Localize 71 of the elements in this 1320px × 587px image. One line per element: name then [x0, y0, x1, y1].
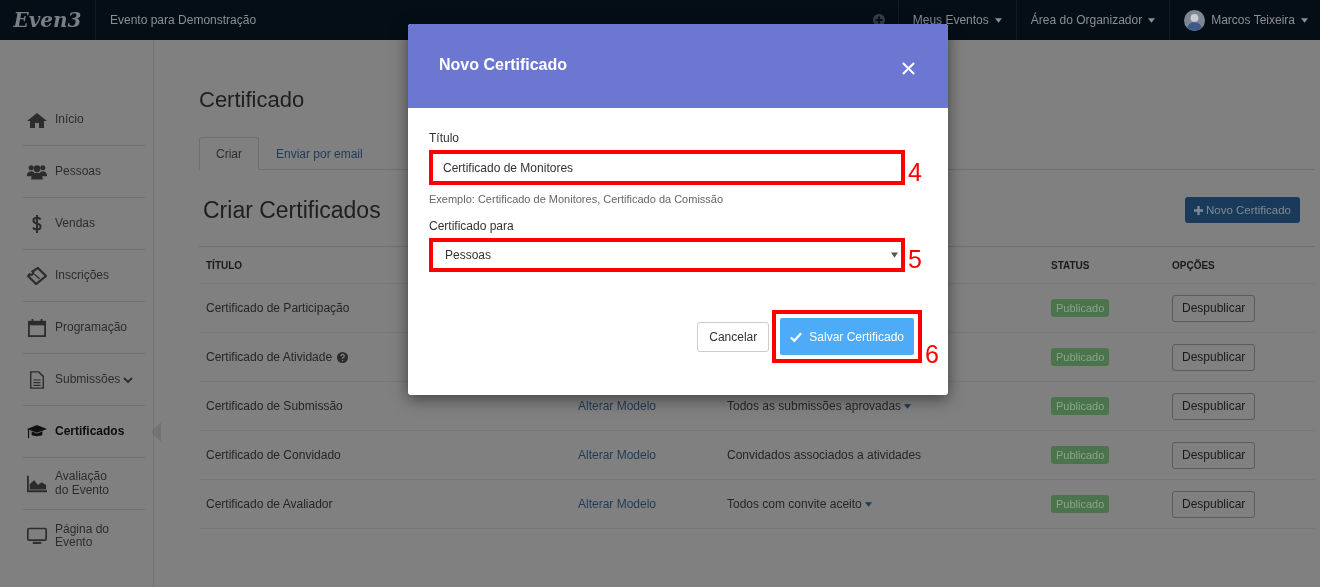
- certificate-title: Certificado de Atividade: [206, 350, 333, 364]
- certificate-title: Certificado de Avaliador: [206, 497, 333, 511]
- status-badge: Publicado: [1051, 446, 1110, 464]
- tab[interactable]: Enviar por email: [259, 137, 380, 170]
- event-name: Evento para Demonstração: [110, 13, 257, 27]
- sidebar-item[interactable]: Página do Evento: [23, 510, 145, 562]
- avatar-icon: [1184, 9, 1206, 31]
- status-badge: Publicado: [1051, 495, 1110, 513]
- graduation-cap-icon: [27, 422, 47, 441]
- cancel-button[interactable]: Cancelar: [697, 321, 770, 352]
- recipients-dropdown[interactable]: Todos as submissões aprovadas: [727, 399, 912, 413]
- close-icon[interactable]: [902, 62, 915, 75]
- caret-icon: [904, 403, 912, 409]
- status-badge: Publicado: [1051, 348, 1110, 366]
- dialog-title: Novo Certificado: [439, 56, 567, 74]
- help-icon[interactable]: [337, 351, 349, 363]
- certificate-title: Certificado de Submissão: [206, 399, 343, 413]
- step-number: 6: [924, 342, 940, 367]
- change-template-link[interactable]: Alterar Modelo: [578, 497, 657, 511]
- column-header: TÍTULO: [206, 259, 243, 271]
- status-badge: Publicado: [1051, 299, 1110, 317]
- unpublish-button[interactable]: Despublicar: [1172, 343, 1256, 371]
- sidebar-item[interactable]: Inscrições: [23, 250, 145, 302]
- home-icon: [27, 110, 47, 129]
- unpublish-button[interactable]: Despublicar: [1172, 441, 1256, 469]
- caret-icon: [864, 501, 872, 507]
- check-icon: [790, 331, 803, 342]
- unpublish-button[interactable]: Despublicar: [1172, 490, 1256, 518]
- menu-dropdown[interactable]: Área do Organizador: [1015, 0, 1170, 40]
- title-field[interactable]: Certificado de Monitores: [433, 154, 901, 181]
- document-icon: [27, 370, 47, 389]
- recipients-text: Convidados associados a atividades: [727, 448, 922, 462]
- field-label: Título: [429, 131, 460, 145]
- people-icon: [27, 162, 47, 181]
- recipients-dropdown[interactable]: Todos com convite aceito: [727, 497, 872, 511]
- user-menu[interactable]: Marcos Teixeira: [1169, 0, 1320, 40]
- certificate-title: Certificado de Convidado: [206, 448, 341, 462]
- step-number: 5: [907, 247, 923, 272]
- monitor-icon: [27, 527, 47, 545]
- change-template-link[interactable]: Alterar Modelo: [578, 448, 657, 462]
- caret-icon: [1301, 17, 1308, 23]
- area-chart-icon: [27, 474, 47, 493]
- unpublish-button[interactable]: Despublicar: [1172, 392, 1256, 420]
- plus-icon: [1194, 205, 1203, 215]
- step-number: 4: [907, 160, 923, 185]
- tab[interactable]: Criar: [199, 137, 259, 170]
- logo[interactable]: Even3: [13, 8, 82, 32]
- change-template-link[interactable]: Alterar Modelo: [578, 399, 657, 413]
- unpublish-button[interactable]: Despublicar: [1172, 294, 1256, 322]
- column-header: OPÇÕES: [1172, 259, 1215, 271]
- sidebar-item[interactable]: Submissões: [23, 354, 145, 406]
- certificate-title: Certificado de Participação: [206, 301, 350, 315]
- column-header: STATUS: [1051, 259, 1090, 271]
- sidebar-item[interactable]: Vendas: [23, 198, 145, 250]
- help-text: Exemplo: Certificado de Monitores, Certificado da Comissão: [429, 193, 725, 205]
- caret-icon: [891, 252, 898, 258]
- caret-icon: [994, 17, 1002, 23]
- page-title: Certificado: [199, 87, 306, 113]
- sidebar-item[interactable]: Pessoas: [23, 146, 145, 198]
- caret-icon: [1148, 17, 1156, 23]
- field-label: Certificado para: [429, 219, 515, 233]
- sidebar-item[interactable]: Programação: [23, 302, 145, 354]
- sidebar-item[interactable]: Início: [23, 94, 145, 146]
- status-badge: Publicado: [1051, 397, 1110, 415]
- ticket-icon: [27, 266, 47, 285]
- save-button[interactable]: Salvar Certificado: [780, 318, 914, 355]
- sidebar-item[interactable]: Avaliação do Evento: [23, 458, 145, 510]
- section-title: Criar Certificados: [203, 196, 381, 224]
- calendar-icon: [27, 318, 47, 337]
- new-certificate-button[interactable]: Novo Certificado: [1185, 197, 1300, 223]
- select-field[interactable]: Pessoas: [433, 242, 901, 268]
